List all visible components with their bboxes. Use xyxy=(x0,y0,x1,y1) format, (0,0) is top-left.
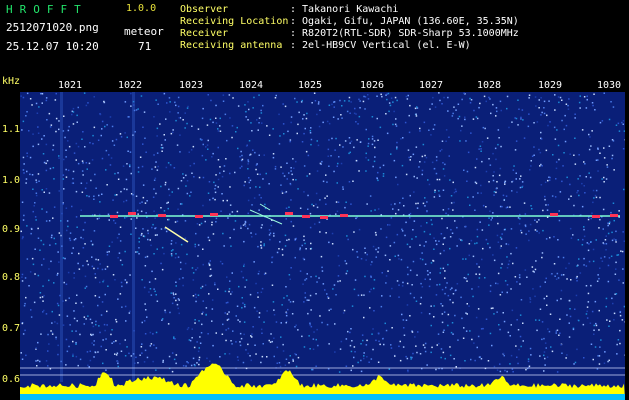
receiver-label: Receiver xyxy=(180,28,229,39)
time-tick-label: 1021 xyxy=(58,80,83,91)
meteor-echo xyxy=(210,213,218,216)
freq-tick-label: 0.6 xyxy=(2,374,21,385)
meteor-echo xyxy=(302,215,310,218)
freq-tick-label: 1.1 xyxy=(2,124,21,135)
noise-layer xyxy=(20,92,625,373)
vertical-stripe xyxy=(132,92,135,382)
freq-tick-label: 0.8 xyxy=(2,272,21,283)
time-tick-label: 1025 xyxy=(298,80,323,91)
location-label: Receiving Location xyxy=(180,16,289,27)
meteor-echo xyxy=(550,213,558,216)
meteor-label: meteor xyxy=(124,25,164,38)
meteor-count: 71 xyxy=(138,40,152,53)
datetime: 25.12.07 10:20 xyxy=(6,40,99,53)
app-version: 1.0.0 xyxy=(126,3,157,14)
receiver-value: : R820T2(RTL-SDR) SDR-Sharp 53.1000MHz xyxy=(290,28,519,39)
time-tick-label: 1022 xyxy=(118,80,143,91)
meteor-echo xyxy=(320,216,328,219)
meteor-echo xyxy=(285,212,293,215)
antenna-label: Receiving antenna xyxy=(180,40,283,51)
antenna-value: : 2el-HB9CV Vertical (el. E-W) xyxy=(290,40,471,51)
time-tick-label: 1030 xyxy=(597,80,622,91)
time-tick-label: 1026 xyxy=(360,80,385,91)
unit-label: kHz xyxy=(2,76,21,87)
meteor-echo xyxy=(340,214,348,217)
meteor-echo xyxy=(110,215,118,218)
meteor-echo xyxy=(158,214,166,217)
meteor-streak xyxy=(164,226,189,243)
meteor-streak xyxy=(249,209,283,225)
meteor-echo xyxy=(592,215,600,218)
spectrogram-svg xyxy=(20,92,625,400)
signal-level-baseline xyxy=(20,394,625,400)
time-tick-label: 1023 xyxy=(179,80,204,91)
freq-tick-label: 0.9 xyxy=(2,224,21,235)
freq-tick-label: 0.7 xyxy=(2,323,21,334)
app-title: HROFFT xyxy=(6,3,88,16)
observer-label: Observer xyxy=(180,4,229,15)
time-tick-label: 1028 xyxy=(477,80,502,91)
time-tick-label: 1027 xyxy=(419,80,444,91)
location-value: : Ogaki, Gifu, JAPAN (136.60E, 35.35N) xyxy=(290,16,519,27)
vertical-stripe xyxy=(60,92,63,382)
freq-tick-label: 1.0 xyxy=(2,175,21,186)
time-tick-label: 1024 xyxy=(239,80,264,91)
filename: 2512071020.png xyxy=(6,21,99,34)
meteor-echo xyxy=(128,212,136,215)
meteor-echo xyxy=(195,215,203,218)
time-tick-label: 1029 xyxy=(538,80,563,91)
observer-value: : Takanori Kawachi xyxy=(290,4,399,15)
spectrogram-plot xyxy=(20,92,625,400)
meteor-echo xyxy=(610,214,618,217)
